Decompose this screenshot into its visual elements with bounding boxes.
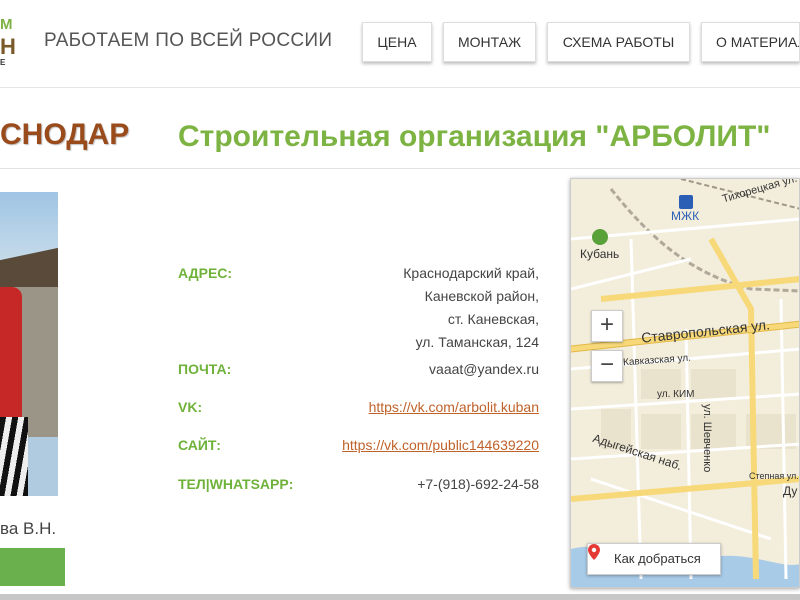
map-label-street: ул. КИМ — [657, 389, 695, 400]
location-pin-icon — [588, 544, 600, 560]
site-logo[interactable]: М Н Е — [0, 10, 16, 70]
nav-workflow-button[interactable]: СХЕМА РАБОТЫ — [547, 22, 690, 62]
site-link[interactable]: https://vk.com/public144639220 — [342, 437, 539, 453]
email-value[interactable]: vaaat@yandex.ru — [429, 361, 539, 377]
address-line: ст. Каневская, — [447, 311, 539, 327]
address-line: ул. Таманская, 124 — [415, 334, 539, 350]
vk-link[interactable]: https://vk.com/arbolit.kuban — [369, 399, 539, 415]
nav-material-button[interactable]: О МАТЕРИАЛЕ — [701, 22, 800, 62]
map-zoom-in-button[interactable]: + — [591, 310, 623, 342]
nav-installation-button[interactable]: МОНТАЖ — [443, 22, 536, 62]
map-zoom-out-button[interactable]: − — [591, 350, 623, 382]
nav-price-button[interactable]: ЦЕНА — [362, 22, 432, 62]
map-label-street: ул. Шевченко — [701, 404, 713, 473]
contact-button[interactable] — [0, 548, 65, 586]
address-label: АДРЕС: — [178, 265, 233, 281]
address-line: Краснодарский край, — [403, 265, 539, 281]
email-label: ПОЧТА: — [178, 361, 232, 377]
title-divider — [0, 168, 800, 169]
site-label: САЙТ: — [178, 437, 221, 453]
vk-label: VK: — [178, 399, 203, 415]
site-header: М Н Е РАБОТАЕМ ПО ВСЕЙ РОССИИ ЦЕНА МОНТА… — [0, 0, 800, 88]
logo-line3: Е — [0, 58, 6, 67]
map-route-button[interactable]: Как добраться — [587, 543, 721, 575]
logo-line1: М — [0, 16, 13, 33]
photo-stripes — [0, 417, 28, 496]
city-title: СНОДАР — [0, 118, 130, 151]
phone-value[interactable]: +7-(918)-692-24-58 — [417, 476, 539, 492]
address-value: Краснодарский край, Каневской район, ст.… — [403, 262, 539, 354]
address-line: Каневской район, — [424, 288, 539, 304]
phone-label: ТЕЛ|WHATSAPP: — [178, 476, 294, 492]
manager-name: ва В.Н. — [0, 519, 57, 538]
location-map[interactable]: Тихорецкая ул. МЖК Кубань Ставропольская… — [570, 178, 800, 588]
map-canvas — [571, 179, 799, 587]
logo-line2: Н — [0, 34, 16, 59]
map-label-district: Ду — [783, 484, 798, 498]
bottom-scroll-strip — [0, 594, 800, 600]
manager-photo — [0, 192, 58, 496]
photo-person — [0, 287, 22, 417]
org-title: Строительная организация "АРБОЛИТ" — [178, 120, 771, 153]
map-route-label: Как добраться — [614, 551, 701, 566]
map-label-poi: Кубань — [580, 247, 620, 261]
header-slogan: РАБОТАЕМ ПО ВСЕЙ РОССИИ — [44, 30, 333, 51]
map-label-street: Степная ул. — [749, 471, 799, 481]
map-label-poi: МЖК — [671, 209, 700, 223]
